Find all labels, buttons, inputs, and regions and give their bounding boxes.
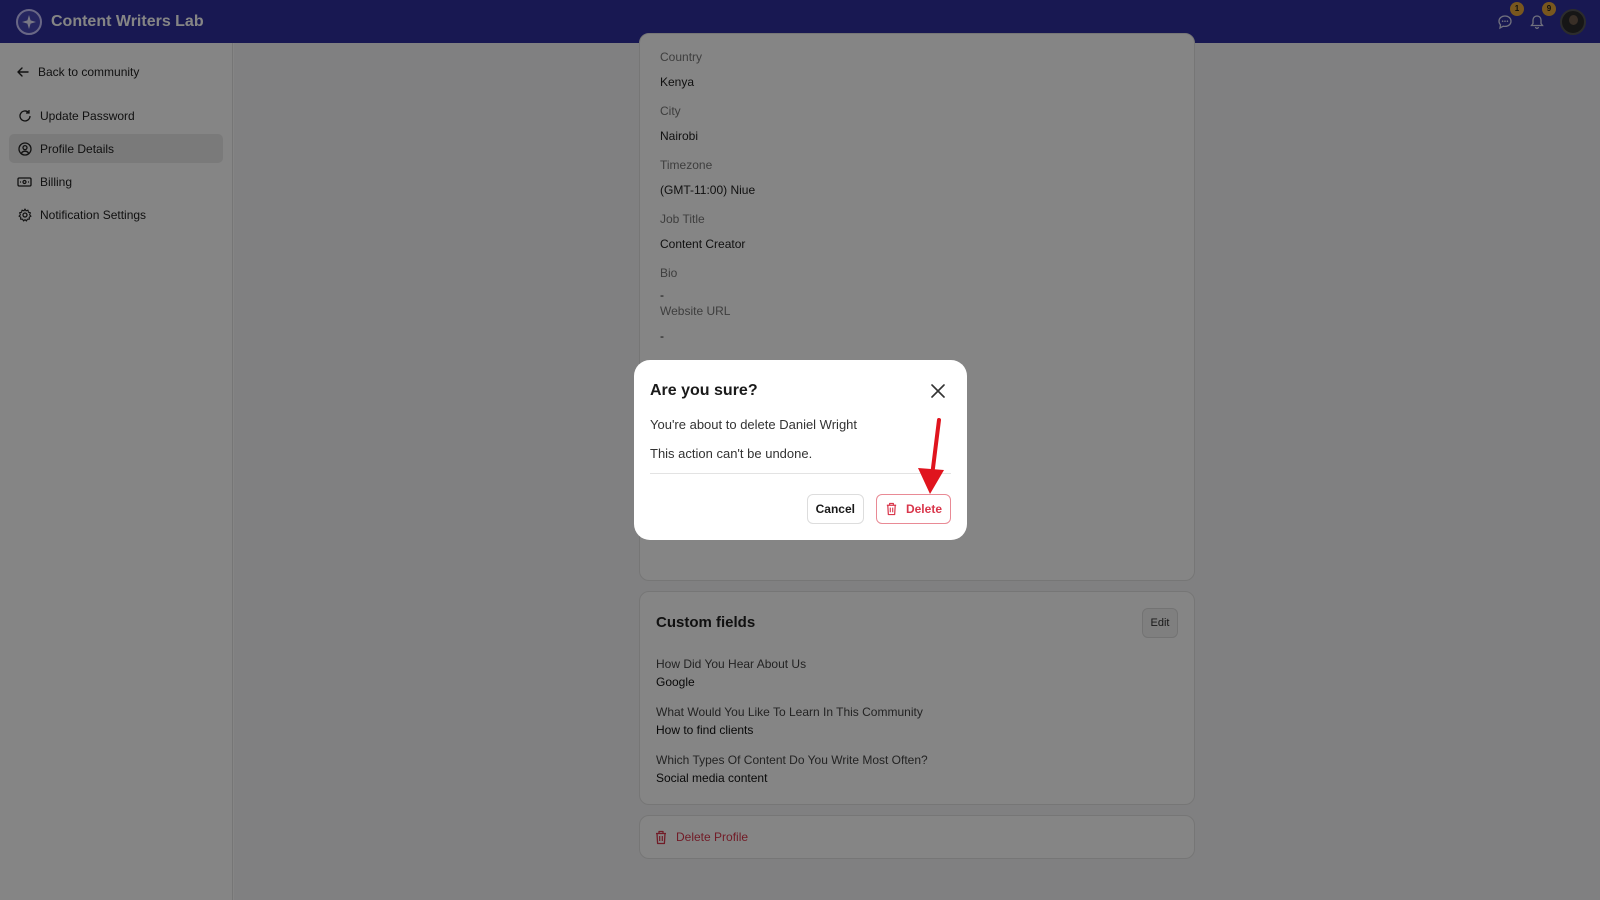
trash-icon bbox=[886, 502, 897, 516]
confirm-delete-button[interactable]: Delete bbox=[875, 494, 951, 524]
dialog-divider bbox=[650, 473, 951, 474]
cancel-button[interactable]: Cancel bbox=[806, 494, 864, 524]
dialog-actions: Cancel Delete bbox=[806, 494, 951, 524]
dialog-message: You're about to delete Daniel Wright bbox=[650, 417, 858, 432]
dialog-warning: This action can't be undone. bbox=[650, 446, 813, 461]
dialog-title: Are you sure? bbox=[650, 382, 758, 399]
close-dialog-button[interactable] bbox=[931, 384, 945, 398]
annotation-arrow-icon bbox=[918, 418, 944, 494]
delete-button-label: Delete bbox=[905, 502, 942, 516]
close-icon bbox=[931, 384, 945, 398]
